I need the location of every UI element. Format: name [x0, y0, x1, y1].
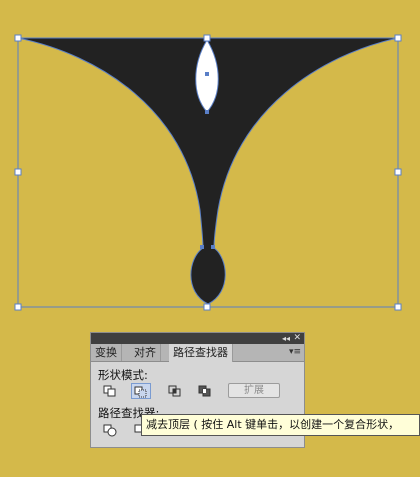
unite-icon — [103, 385, 116, 397]
double-chevron-icon[interactable]: ◂◂ — [282, 333, 290, 344]
handle-bottom-right — [394, 303, 402, 311]
minus-front-button[interactable] — [131, 383, 151, 399]
handle-top-center — [203, 34, 211, 42]
handle-top-right — [394, 34, 402, 42]
anchor-neck-left — [200, 245, 204, 249]
close-icon[interactable]: ✕ — [293, 333, 301, 344]
divide-icon — [103, 424, 117, 437]
exclude-button[interactable] — [195, 383, 215, 399]
panel-menu-icon[interactable]: ▾≡ — [289, 347, 301, 357]
tab-transform[interactable]: 变换 — [91, 344, 122, 361]
handle-bottom-center — [203, 303, 211, 311]
tooltip: 减去顶层 ( 按住 Alt 键单击，以创建一个复合形状， — [141, 414, 420, 436]
shape-modes-label: 形状模式: — [98, 368, 148, 382]
handle-top-left — [14, 34, 22, 42]
minus-front-icon — [134, 386, 147, 398]
panel-titlebar[interactable]: ◂◂ ✕ — [91, 333, 304, 344]
expand-button[interactable]: 扩展 — [228, 383, 280, 398]
divide-button[interactable] — [100, 422, 120, 438]
anchor-neck-right — [211, 245, 215, 249]
anchor-almond-top — [205, 72, 209, 76]
intersect-icon — [168, 385, 181, 397]
tab-align[interactable]: 对齐 — [130, 344, 161, 361]
unite-button[interactable] — [100, 383, 120, 399]
anchor-almond-bottom — [205, 110, 209, 114]
panel-tabs: 变换 对齐 路径查找器 ▾≡ — [91, 344, 304, 362]
handle-middle-right — [394, 168, 402, 176]
handle-bottom-left — [14, 303, 22, 311]
handle-middle-left — [14, 168, 22, 176]
tab-pathfinder[interactable]: 路径查找器 — [169, 344, 233, 362]
intersect-button[interactable] — [165, 383, 185, 399]
exclude-icon — [198, 385, 211, 397]
